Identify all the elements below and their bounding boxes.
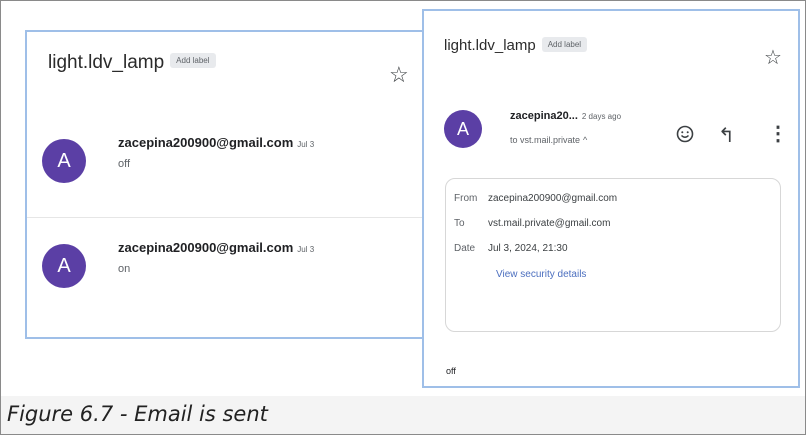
add-label-chip[interactable]: Add label: [541, 36, 588, 52]
sender-text: zacepina20...: [510, 110, 578, 122]
message-row[interactable]: A zacepina200900@gmail.com Jul 3 on: [27, 232, 427, 322]
detail-subject-text: light.ldv_lamp: [444, 37, 536, 54]
recipient-toggle[interactable]: to vst.mail.private ^: [510, 135, 587, 145]
message-date: Jul 3: [297, 245, 315, 254]
sender-text: zacepina200900@gmail.com: [118, 135, 294, 150]
security-details-link[interactable]: View security details: [496, 269, 586, 280]
from-label: From: [454, 193, 478, 204]
message-snippet: off: [118, 158, 131, 170]
reply-icon[interactable]: ↰: [718, 123, 735, 148]
thread-subject: light.ldv_lamp Add label: [48, 52, 216, 74]
details-from-row: From zacepina200900@gmail.com: [454, 193, 617, 204]
message-body: off: [446, 366, 456, 376]
emoji-icon[interactable]: [676, 125, 694, 143]
thread-subject-text: light.ldv_lamp: [48, 52, 165, 73]
sender-email: zacepina200900@gmail.com Jul 3: [118, 240, 314, 255]
message-snippet: on: [118, 263, 131, 275]
details-date-row: Date Jul 3, 2024, 21:30: [454, 243, 568, 254]
more-vert-icon[interactable]: ⋮: [768, 121, 788, 146]
message-date: Jul 3: [297, 140, 315, 149]
from-value: zacepina200900@gmail.com: [488, 193, 618, 204]
screenshot-frame: light.ldv_lamp Add label ☆ A zacepina2009…: [0, 0, 806, 397]
chevron-up-icon: ^: [583, 135, 588, 145]
thread-list-panel: light.ldv_lamp Add label ☆ A zacepina2009…: [25, 30, 427, 339]
message-row[interactable]: A zacepina200900@gmail.com Jul 3 off: [27, 127, 427, 218]
sender-email: zacepina200900@gmail.com Jul 3: [118, 135, 314, 150]
figure-caption: Figure 6.7 - Email is sent: [7, 402, 268, 426]
star-icon[interactable]: ☆: [764, 45, 782, 70]
add-label-chip[interactable]: Add label: [170, 53, 216, 69]
avatar: A: [42, 244, 86, 288]
sender-name: zacepina20... 2 days ago: [510, 110, 621, 122]
date-label: Date: [454, 243, 476, 254]
message-date: 2 days ago: [581, 112, 622, 121]
star-icon[interactable]: ☆: [389, 62, 409, 88]
message-detail-panel: light.ldv_lamp Add label ☆ A zacepina20..…: [422, 9, 800, 388]
recipient-text: to vst.mail.private: [510, 135, 581, 145]
message-details-card: From zacepina200900@gmail.com To vst.mail.…: [445, 178, 781, 332]
caption-bar: Figure 6.7 - Email is sent: [0, 396, 806, 435]
avatar: A: [444, 110, 482, 148]
to-label: To: [454, 218, 465, 229]
details-to-row: To vst.mail.private@gmail.com: [454, 218, 610, 229]
sender-text: zacepina200900@gmail.com: [118, 240, 294, 255]
detail-subject: light.ldv_lamp Add label: [444, 36, 588, 54]
date-value: Jul 3, 2024, 21:30: [488, 243, 568, 254]
avatar: A: [42, 139, 86, 183]
to-value: vst.mail.private@gmail.com: [488, 218, 611, 229]
